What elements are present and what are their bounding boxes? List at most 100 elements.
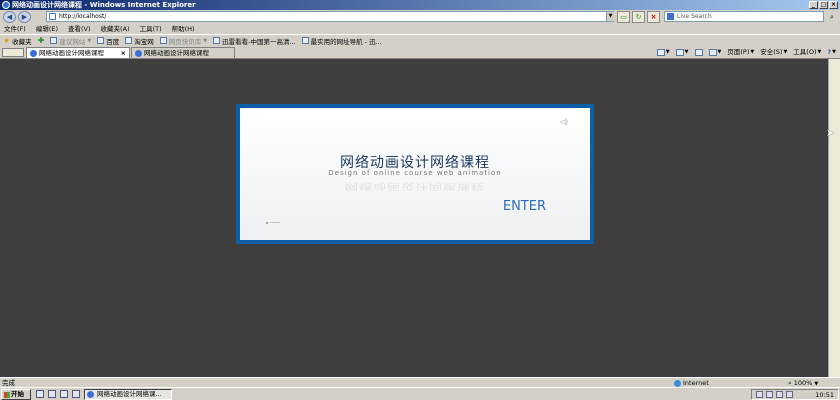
command-bar: ▼ ▼ ▼ 页面(P) ▼ 安全(S) ▼ 工具(O) ▼ ? ▼ [656,47,836,58]
star-icon: ★ [3,36,11,45]
home-icon [656,49,665,56]
forward-button[interactable]: ▶ [18,11,31,23]
window-controls: _ □ × [809,1,838,9]
intro-card: ◁) 网络动画设计网络课程 Design of online course we… [236,104,594,244]
tools-menu-button[interactable]: 工具(O) ▼ [793,47,821,58]
back-button[interactable]: ◀ [3,11,16,23]
compatibility-icon[interactable]: ▭ [617,11,630,23]
network-icon[interactable] [756,391,763,398]
start-button[interactable]: 开始 [1,389,31,400]
page-icon [97,37,105,44]
fav-item-taobao[interactable]: 淘宝网 [122,36,157,46]
menu-edit[interactable]: 编辑(E) [36,24,58,34]
favorites-label: 收藏夹 [12,37,32,46]
menu-help[interactable]: 帮助(H) [172,24,195,34]
zoom-icon: ⌕ [788,379,792,387]
page-icon [301,37,309,44]
input-method-icon[interactable] [786,391,793,398]
fav-item-label: 百度 [106,37,120,46]
quick-tabs-button[interactable] [2,48,24,57]
mail-icon [694,49,703,56]
fav-item-baidu[interactable]: 百度 [94,36,122,46]
title-reflection: 网络动画设计网络课程 [344,181,485,191]
url-dropdown-button[interactable]: ▼ [606,12,614,21]
close-tab-icon[interactable]: × [121,48,126,58]
feed-icon [675,49,684,56]
suggested-sites-icon [50,37,58,44]
stop-button[interactable]: × [647,11,660,23]
search-input[interactable]: Live Search [664,11,824,22]
globe-icon [674,379,681,387]
maximize-button[interactable]: □ [819,1,828,9]
fav-item-suggested[interactable]: 建议网站 ▼ [47,36,94,46]
fav-item-label: 淘宝网 [134,37,154,46]
address-bar: ◀ ▶ http://localhost/ ▼ ▭ ↻ × Live Searc… [0,10,840,24]
tab-course[interactable]: 网络动画设计网络课程 [131,47,235,58]
feeds-button[interactable]: ▼ [675,47,689,58]
security-icon[interactable] [776,391,783,398]
favorites-button[interactable]: ★ 收藏夹 [0,36,35,46]
fav-item-xunlei[interactable]: 迅雷看看-中国第一高清... [210,36,299,46]
clock: 10:51 [815,391,834,399]
minimize-button[interactable]: _ [809,1,818,9]
show-desktop-icon[interactable] [36,390,44,398]
refresh-button[interactable]: ↻ [632,11,645,23]
volume-icon[interactable] [766,391,773,398]
live-search-icon [667,13,674,20]
print-icon [708,49,717,56]
footer-mark-icon: ▶ ━━━━ [266,220,280,225]
explorer-quicklaunch-icon[interactable] [60,390,68,398]
vertical-scrollbar[interactable] [828,59,840,377]
tab-course-active[interactable]: 网络动画设计网络课程 × [26,47,130,58]
fav-item-label: 迅雷看看-中国第一高清... [222,37,296,46]
read-mail-button[interactable] [694,47,703,58]
menu-favorites[interactable]: 收藏夹(A) [101,24,130,34]
fav-item-navigation[interactable]: 最实用的网址导航 - 迅... [299,36,385,46]
page-menu-button[interactable]: 页面(P) ▼ [727,47,754,58]
page-icon [213,37,221,44]
close-window-button[interactable]: × [829,1,838,9]
tab-label: 网络动画设计网络课程 [144,49,209,57]
speaker-icon[interactable]: ◁) [560,118,568,126]
menu-bar: 文件(F) 编辑(E) 查看(V) 收藏夹(A) 工具(T) 帮助(H) [0,24,840,34]
app-quicklaunch-icon[interactable] [72,390,80,398]
search-placeholder: Live Search [677,13,712,20]
windows-logo-icon [4,392,10,398]
print-button[interactable]: ▼ [708,47,721,58]
favorites-bar: ★ 收藏夹 ✚ 建议网站 ▼ 百度 淘宝网 网页快讯库 ▼ 迅雷看看-中国第一高… [0,34,840,46]
safety-menu-button[interactable]: 安全(S) ▼ [760,47,787,58]
fav-item-label: 网页快讯库 [168,37,202,46]
taskbar-ie-window[interactable]: 网络动画设计网络课... [84,389,172,400]
add-favorite-button[interactable]: ✚ [35,36,48,46]
page-menu-label: 页面(P) [727,48,750,56]
ie-quicklaunch-icon[interactable] [48,390,56,398]
ie-page-icon [30,50,37,57]
window-title: 网络动画设计网络课程 - Windows Internet Explorer [12,1,196,9]
fav-item-webslice[interactable]: 网页快讯库 ▼ [157,36,210,46]
web-slice-icon [159,37,167,44]
safety-menu-label: 安全(S) [760,48,783,56]
menu-file[interactable]: 文件(F) [4,24,26,34]
window-titlebar: 网络动画设计网络课程 - Windows Internet Explorer _… [0,0,840,10]
add-favorite-icon: ✚ [37,36,45,45]
zoom-level: 100% [793,379,813,387]
home-button[interactable]: ▼ [656,47,670,58]
tab-label: 网络动画设计网络课程 [39,49,104,57]
menu-tools[interactable]: 工具(T) [140,24,162,34]
page-icon [125,37,133,44]
chevron-down-icon: ▼ [87,37,92,44]
menu-view[interactable]: 查看(V) [68,24,91,34]
intro-card-body: ◁) 网络动画设计网络课程 Design of online course we… [240,108,590,240]
ie-icon [2,1,10,9]
enter-button[interactable]: ENTER [503,199,546,214]
url-input[interactable]: http://localhost/ [46,11,614,22]
fav-item-label: 建议网站 [59,37,86,46]
help-button[interactable]: ? ▼ [827,47,836,58]
search-icon[interactable]: ⌕ [826,11,838,23]
url-text: http://localhost/ [59,13,107,20]
chevron-down-icon: ▼ [203,37,208,44]
course-subtitle: Design of online course web animation [328,169,502,177]
fav-item-label: 最实用的网址导航 - 迅... [310,37,382,46]
help-icon: ? [827,48,832,56]
mouse-cursor-icon: ➤ [826,128,835,139]
